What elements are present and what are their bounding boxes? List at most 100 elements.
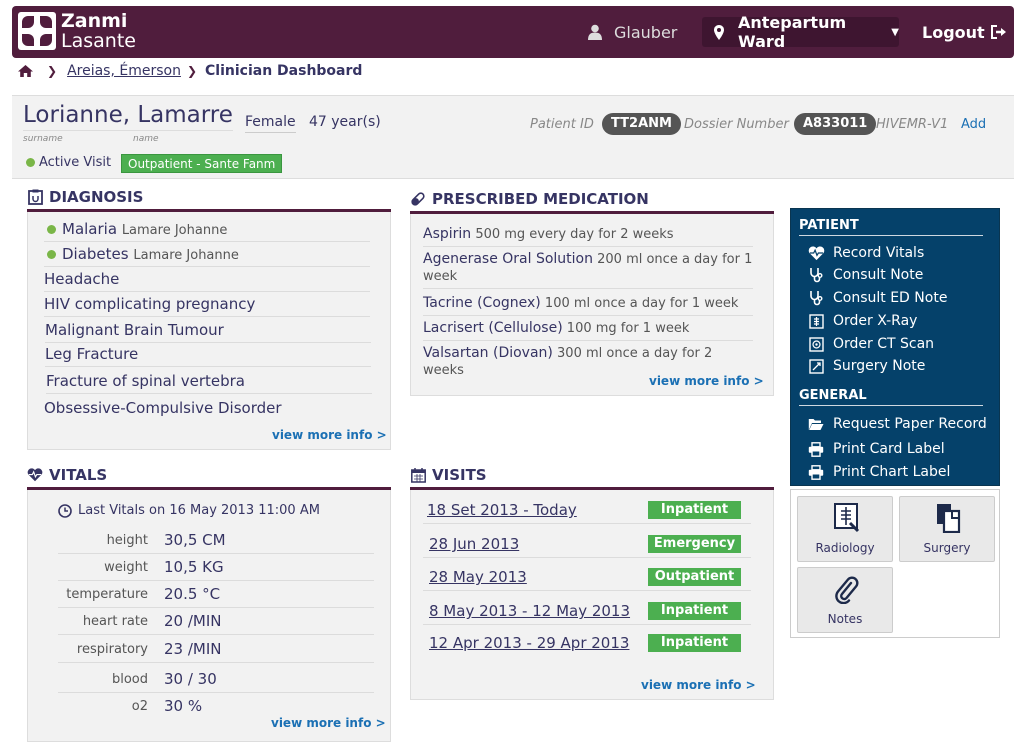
stethoscope-icon xyxy=(807,289,825,307)
visits-panel: 18 Set 2013 - Today Inpatient 28 Jun 2013… xyxy=(410,490,774,700)
record-vitals-action[interactable]: Record Vitals xyxy=(807,243,993,263)
hivemr-label: HIVEMR-V1 xyxy=(876,117,949,132)
visit-row[interactable]: 28 May 2013 Outpatient xyxy=(423,563,751,591)
actions-panel: PATIENT Record Vitals Consult Note Consu… xyxy=(790,208,1000,486)
printer-icon xyxy=(807,463,825,481)
name-label: name xyxy=(133,134,159,144)
diagnosis-panel: Malaria Lamare Johanne Diabetes Lamare J… xyxy=(27,212,391,450)
top-header: Zanmi Lasante Glauber Antepartum Ward ▼ … xyxy=(12,6,1014,58)
visits-heading: VISITS xyxy=(410,466,774,491)
logout-label: Logout xyxy=(922,22,985,42)
user-name: Glauber xyxy=(614,22,678,42)
dossier-number-badge: A833011 xyxy=(794,113,877,135)
vitals-panel: Last Vitals on 16 May 2013 11:00 AM heig… xyxy=(27,490,391,742)
medication-item[interactable]: Aspirin 500 mg every day for 2 weeks xyxy=(423,226,753,247)
medication-view-more-link[interactable]: view more info > xyxy=(649,374,764,388)
visit-row[interactable]: 8 May 2013 - 12 May 2013 Inpatient xyxy=(423,597,751,625)
vital-row-height: height 30,5 CM xyxy=(58,530,374,554)
logo-text-line1: Zanmi xyxy=(61,10,128,32)
diagnosis-item[interactable]: Malignant Brain Tumour xyxy=(45,321,371,343)
patient-gender: Female xyxy=(245,114,296,133)
dossier-number-label: Dossier Number xyxy=(684,117,789,132)
vitals-heading: VITALS xyxy=(27,466,391,491)
confirmed-dot-icon xyxy=(47,225,56,234)
medication-panel: Aspirin 500 mg every day for 2 weeks Age… xyxy=(410,214,774,396)
status-dot-icon xyxy=(26,158,35,167)
vital-row-weight: weight 10,5 KG xyxy=(58,557,374,581)
home-icon[interactable] xyxy=(18,65,33,77)
vital-row-heart-rate: heart rate 20 /MIN xyxy=(58,611,374,635)
diagnosis-heading: DIAGNOSIS xyxy=(27,188,391,213)
radiology-app-tile[interactable]: Radiology xyxy=(797,496,893,562)
patient-id-badge: TT2ANM xyxy=(602,113,681,135)
location-select[interactable]: Antepartum Ward ▼ xyxy=(702,13,899,51)
vitals-title: VITALS xyxy=(49,466,108,484)
vital-row-temperature: temperature 20.5 °C xyxy=(58,584,374,608)
diagnosis-item[interactable]: Obsessive-Compulsive Disorder xyxy=(44,399,370,420)
vital-row-respiratory: respiratory 23 /MIN xyxy=(58,639,374,663)
medication-item[interactable]: Agenerase Oral Solution 200 ml once a da… xyxy=(423,251,753,289)
logout-button[interactable]: Logout xyxy=(922,6,1007,58)
surgery-note-action[interactable]: Surgery Note xyxy=(807,356,993,376)
ct-scan-icon xyxy=(807,335,825,353)
last-vitals: Last Vitals on 16 May 2013 11:00 AM xyxy=(58,503,320,518)
confirmed-dot-icon xyxy=(47,250,56,259)
surgery-docs-icon xyxy=(933,503,963,533)
vital-row-blood: blood 30 / 30 xyxy=(58,669,374,693)
logo-text-line2: Lasante xyxy=(61,30,136,52)
diagnosis-item[interactable]: Leg Fracture xyxy=(45,345,371,367)
active-visit-indicator: Active Visit xyxy=(26,155,111,170)
heart-pulse-icon xyxy=(807,244,825,262)
sign-out-icon xyxy=(990,25,1007,39)
surgery-icon xyxy=(807,357,825,375)
zanmi-lasante-logo[interactable] xyxy=(18,12,56,50)
general-actions-heading: GENERAL xyxy=(799,388,983,406)
stethoscope-icon xyxy=(807,266,825,284)
medication-item[interactable]: Lacrisert (Cellulose) 100 mg for 1 week xyxy=(423,320,753,341)
patient-id-label: Patient ID xyxy=(530,117,594,132)
add-identifier-link[interactable]: Add xyxy=(961,117,986,132)
breadcrumb-separator-icon: ❯ xyxy=(186,64,198,78)
paperclip-icon xyxy=(831,574,861,604)
order-xray-action[interactable]: Order X-Ray xyxy=(807,311,993,331)
visits-title: VISITS xyxy=(432,466,487,484)
print-card-label-action[interactable]: Print Card Label xyxy=(807,439,993,459)
visit-type-badge: Inpatient xyxy=(648,602,741,620)
user-icon xyxy=(588,24,602,40)
breadcrumb-separator-icon: ❯ xyxy=(47,64,58,78)
diagnosis-item[interactable]: Malaria Lamare Johanne xyxy=(44,220,370,242)
map-marker-icon xyxy=(714,24,724,40)
medication-item[interactable]: Tacrine (Cognex) 100 ml once a day for 1… xyxy=(423,295,753,316)
diagnosis-view-more-link[interactable]: view more info > xyxy=(272,428,387,442)
patient-header: Lorianne, Lamarre surname name Female 47… xyxy=(12,95,1014,179)
patient-name: Lorianne, Lamarre xyxy=(23,102,233,131)
current-user: Glauber xyxy=(588,6,677,58)
request-paper-record-action[interactable]: Request Paper Record xyxy=(807,414,993,434)
xray-icon xyxy=(807,312,825,330)
pill-icon xyxy=(410,191,426,207)
print-chart-label-action[interactable]: Print Chart Label xyxy=(807,462,993,482)
diagnosis-item[interactable]: Fracture of spinal vertebra xyxy=(46,372,372,394)
visits-view-more-link[interactable]: view more info > xyxy=(641,678,756,692)
folder-open-icon xyxy=(807,415,825,433)
diagnosis-item[interactable]: Diabetes Lamare Johanne xyxy=(44,245,370,267)
diagnosis-title: DIAGNOSIS xyxy=(49,188,144,206)
heart-pulse-icon xyxy=(27,467,43,483)
diagnosis-item[interactable]: Headache xyxy=(44,270,370,292)
breadcrumb: ❯ Areias, Émerson ❯ Clinician Dashboard xyxy=(18,61,362,81)
order-ct-scan-action[interactable]: Order CT Scan xyxy=(807,334,993,354)
medication-title: PRESCRIBED MEDICATION xyxy=(432,190,649,208)
visit-type-badge: Emergency xyxy=(648,535,741,553)
visit-type-badge: Inpatient xyxy=(648,634,741,652)
visit-row[interactable]: 12 Apr 2013 - 29 Apr 2013 Inpatient xyxy=(423,629,751,657)
consult-ed-note-action[interactable]: Consult ED Note xyxy=(807,288,993,308)
visit-row[interactable]: 28 Jun 2013 Emergency xyxy=(423,530,751,558)
breadcrumb-patient-link[interactable]: Areias, Émerson xyxy=(67,63,181,79)
visit-row[interactable]: 18 Set 2013 - Today Inpatient xyxy=(423,496,751,524)
vitals-view-more-link[interactable]: view more info > xyxy=(271,716,386,730)
consult-note-action[interactable]: Consult Note xyxy=(807,265,993,285)
clock-icon xyxy=(58,503,72,518)
diagnosis-item[interactable]: HIV complicating pregnancy xyxy=(44,295,370,317)
surgery-app-tile[interactable]: Surgery xyxy=(899,496,995,562)
notes-app-tile[interactable]: Notes xyxy=(797,567,893,633)
